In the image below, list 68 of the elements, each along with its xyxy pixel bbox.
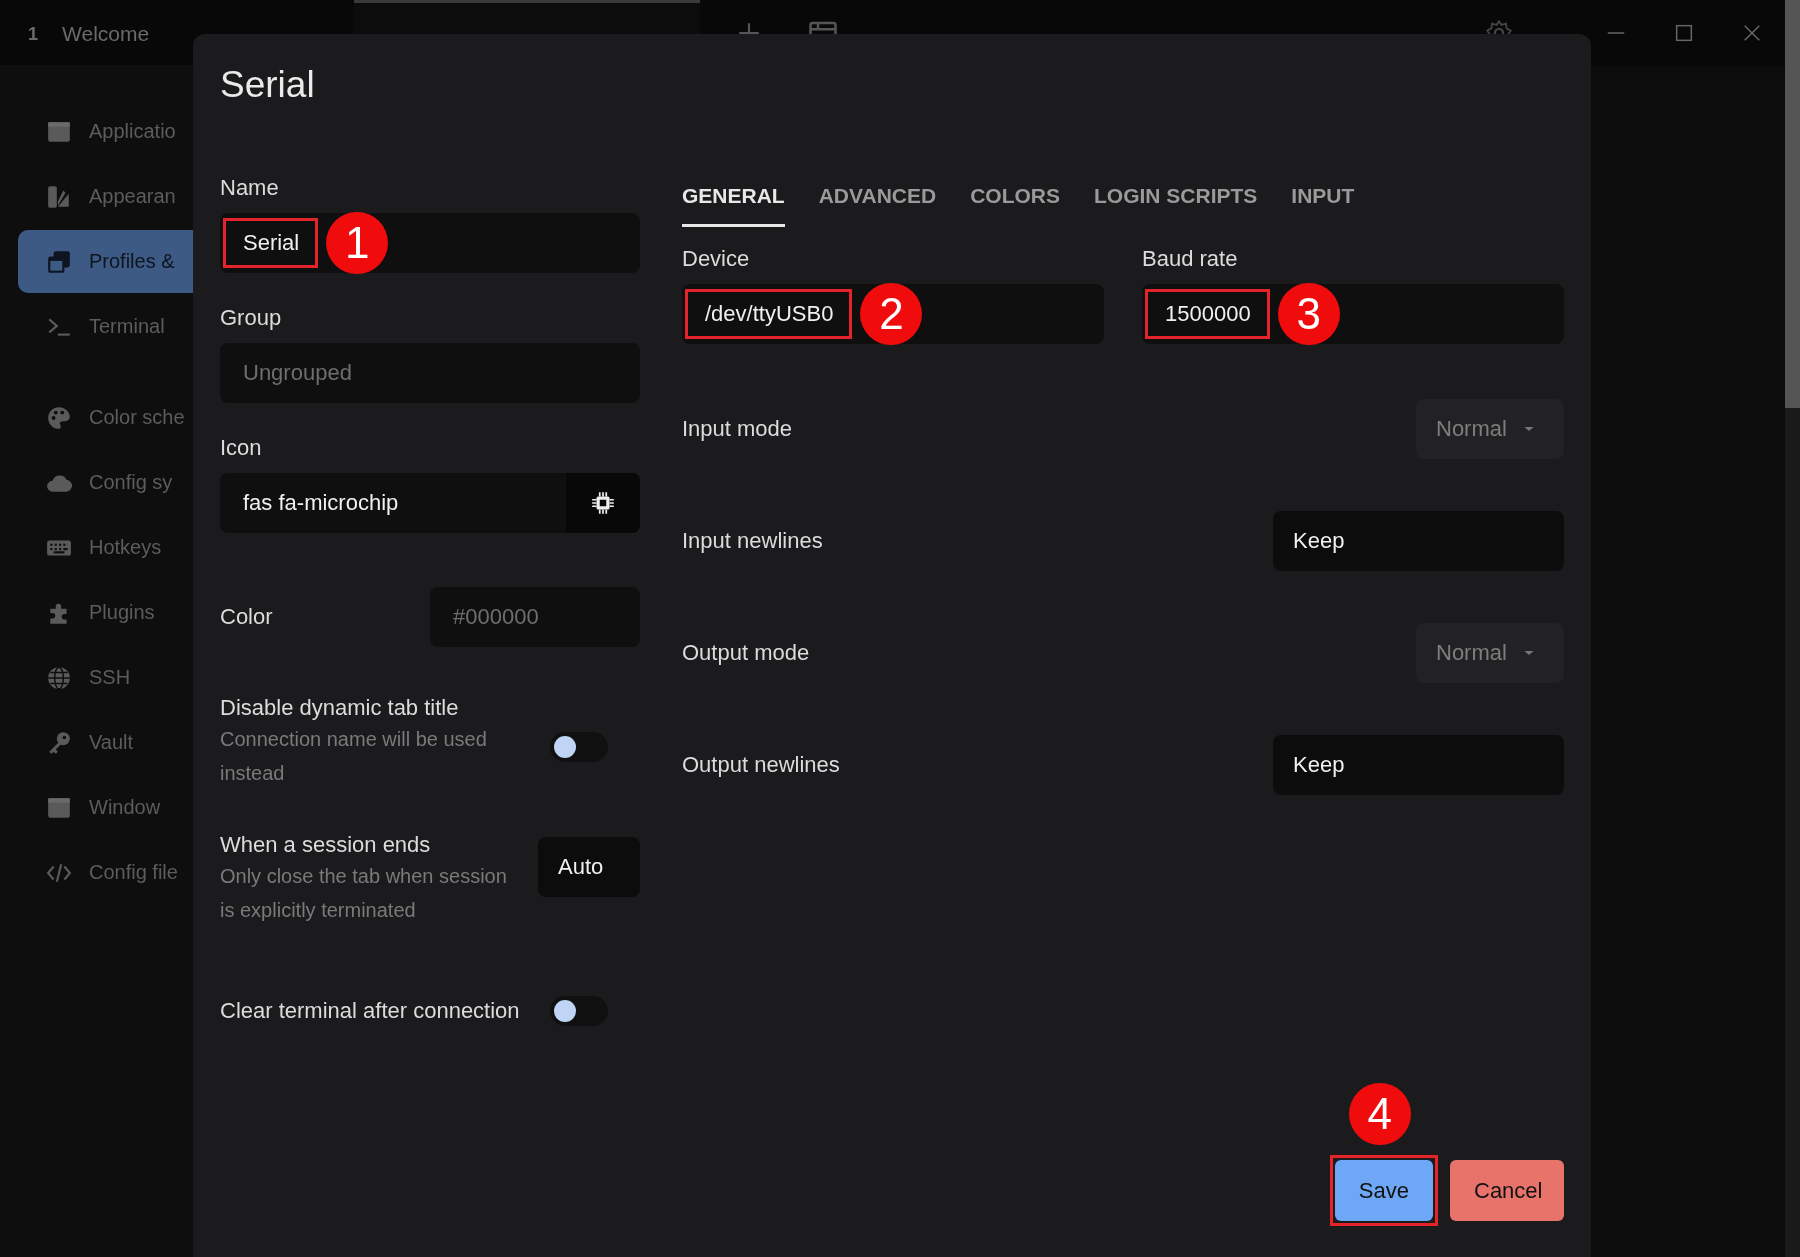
globe-icon — [46, 664, 72, 691]
select-field[interactable]: Keep — [1273, 735, 1564, 795]
sidebar-item[interactable]: Profiles & — [18, 230, 193, 293]
tab[interactable]: LOGIN SCRIPTS — [1094, 173, 1258, 227]
dropdown-value: Normal — [1436, 640, 1507, 666]
input-field[interactable]: /dev/ttyUSB0 2 — [682, 284, 1104, 344]
setting-label: Input newlines — [682, 527, 823, 555]
dialog-title: Serial — [220, 63, 316, 107]
placeholder-text: Ungrouped — [242, 360, 352, 386]
sidebar-item[interactable]: Applicatio — [18, 100, 193, 163]
tab[interactable]: ADVANCED — [818, 173, 937, 227]
setting-label: Disable dynamic tab title — [220, 694, 460, 722]
setting-label: Clear terminal after connection — [220, 997, 520, 1025]
callout-badge: 1 — [326, 212, 389, 274]
sidebar-item[interactable]: Config sy — [18, 451, 193, 514]
field-label: Color — [220, 603, 273, 631]
sidebar-item[interactable]: Window — [18, 776, 193, 839]
key-icon — [46, 729, 72, 756]
field-label: Group — [220, 304, 283, 332]
setting-description: Only close the tab when session is explicitly terminated — [220, 864, 508, 923]
tab-number: 1 — [28, 23, 38, 45]
toggle-switch[interactable] — [550, 996, 608, 1026]
field-label: Name — [220, 174, 280, 202]
palette-icon — [46, 404, 72, 431]
sidebar-item[interactable]: Color sche — [18, 386, 193, 449]
field-label: Device — [682, 245, 751, 273]
callout-badge: 2 — [860, 283, 923, 345]
scrollbar[interactable] — [1785, 0, 1800, 1257]
placeholder-text: #000000 — [452, 604, 539, 630]
brush-icon — [46, 183, 72, 210]
input-field[interactable]: Serial 1 — [220, 213, 640, 273]
highlighted-value: /dev/ttyUSB0 — [685, 289, 853, 339]
highlighted-value: Serial — [223, 218, 319, 268]
setting-label: When a session ends — [220, 831, 432, 859]
icon-picker-button[interactable] — [566, 473, 640, 533]
select-field[interactable]: Auto — [538, 837, 640, 897]
callout-badge: 3 — [1277, 283, 1340, 345]
callout-badge: 4 — [1348, 1083, 1411, 1145]
setting-label: Output mode — [682, 639, 810, 667]
sidebar-item[interactable]: Plugins — [18, 581, 193, 644]
input-field[interactable]: 1500000 3 — [1142, 284, 1564, 344]
setting-label: Output newlines — [682, 751, 840, 779]
input-field[interactable]: Ungrouped — [220, 343, 640, 403]
sidebar-item[interactable]: Hotkeys — [18, 516, 193, 579]
color-field[interactable]: #000000 — [430, 587, 640, 647]
sidebar-item[interactable]: SSH — [18, 646, 193, 709]
copy-icon — [46, 248, 72, 275]
tab[interactable]: COLORS — [970, 173, 1060, 227]
tab-title: Welcome — [62, 22, 150, 46]
setting-description: Connection name will be used instead — [220, 727, 488, 786]
field-value: fas fa-microchip — [242, 489, 400, 517]
tab[interactable]: INPUT — [1291, 173, 1355, 227]
select-field[interactable]: Keep — [1273, 511, 1564, 571]
highlighted-value: 1500000 — [1145, 289, 1270, 339]
toggle-switch[interactable] — [550, 732, 608, 762]
microchip-icon — [590, 490, 616, 516]
cancel-button[interactable]: Cancel — [1450, 1160, 1564, 1221]
sidebar-item[interactable]: Terminal — [18, 295, 193, 358]
sidebar-item[interactable]: Vault — [18, 711, 193, 774]
input-field[interactable]: fas fa-microchip — [220, 473, 640, 533]
field-label: Baud rate — [1142, 245, 1239, 273]
save-button[interactable]: Save — [1334, 1160, 1433, 1221]
tab[interactable]: GENERAL — [682, 173, 785, 227]
setting-label: Input mode — [682, 415, 793, 443]
dropdown-value: Normal — [1436, 416, 1507, 442]
sidebar-item[interactable]: Appearan — [18, 165, 193, 228]
sidebar-item[interactable]: Config file — [18, 841, 193, 904]
field-label: Icon — [220, 434, 263, 462]
